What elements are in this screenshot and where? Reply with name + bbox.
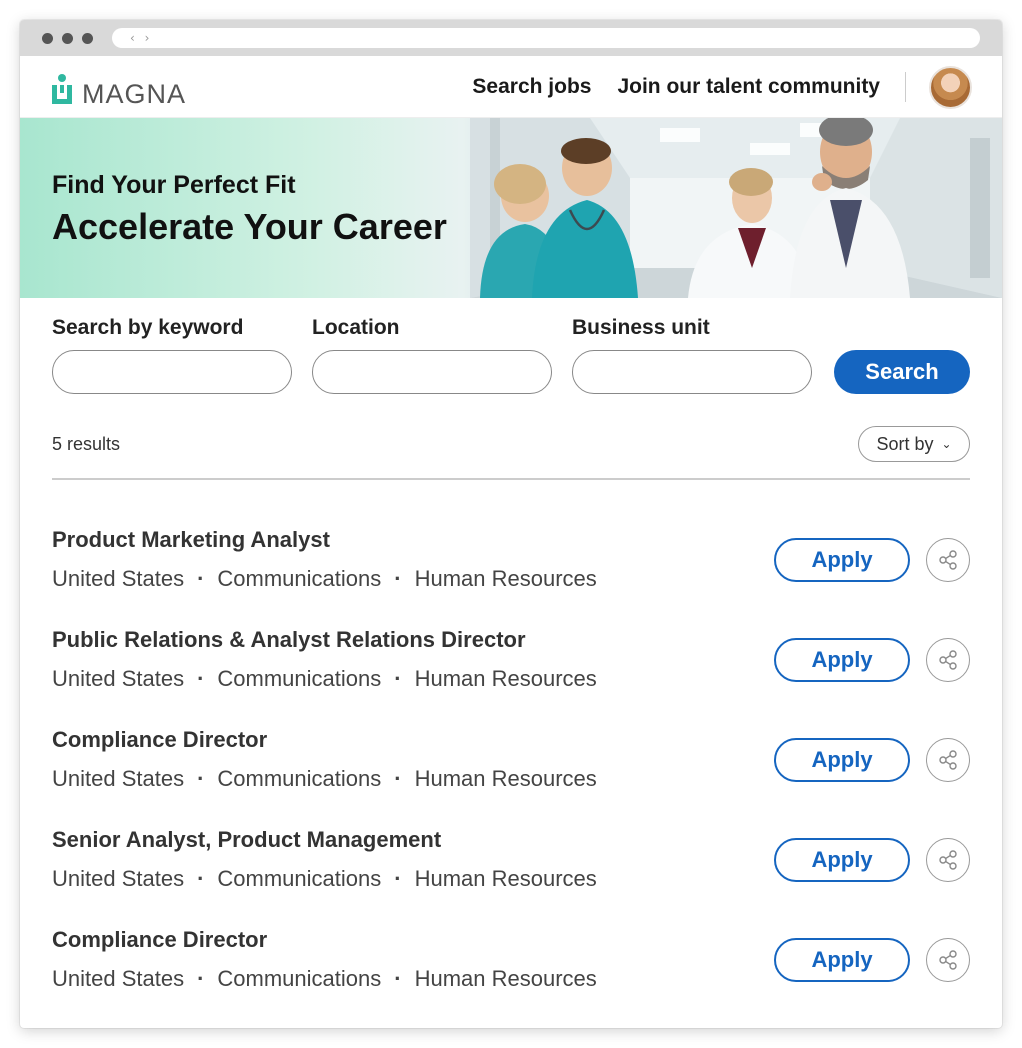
meta-separator: · <box>394 966 402 991</box>
job-department: Human Resources <box>414 866 597 891</box>
business-unit-input[interactable] <box>572 350 812 394</box>
share-button[interactable] <box>926 738 970 782</box>
share-button[interactable] <box>926 538 970 582</box>
list-item: Product Marketing Analyst United States … <box>52 520 970 620</box>
hero-text: Find Your Perfect Fit Accelerate Your Ca… <box>52 171 447 248</box>
header-divider <box>905 72 906 102</box>
share-icon <box>939 950 957 970</box>
logo-text: MAGNA <box>82 79 187 109</box>
apply-button[interactable]: Apply <box>774 838 910 882</box>
list-item: Compliance Director United States · Comm… <box>52 920 970 1020</box>
job-location: United States <box>52 966 185 991</box>
keyword-label: Search by keyword <box>52 316 244 339</box>
sort-label: Sort by <box>876 433 934 454</box>
list-item: Public Relations & Analyst Relations Dir… <box>52 620 970 720</box>
meta-separator: · <box>394 766 402 791</box>
results-divider <box>52 478 970 480</box>
list-item: Senior Analyst, Product Management Unite… <box>52 820 970 920</box>
job-category: Communications <box>217 866 382 891</box>
job-department: Human Resources <box>414 766 597 791</box>
apply-button[interactable]: Apply <box>774 638 910 682</box>
apply-button[interactable]: Apply <box>774 938 910 982</box>
job-title[interactable]: Compliance Director <box>52 927 267 953</box>
location-label: Location <box>312 316 400 339</box>
nav-talent-community[interactable]: Join our talent community <box>617 75 880 99</box>
window-dot-minimize[interactable] <box>62 33 73 44</box>
results-bar: 5 results Sort by ⌄ <box>52 426 970 462</box>
magna-logo[interactable]: MAGNA <box>52 70 186 110</box>
site-header: MAGNA Search jobs Join our talent commun… <box>20 56 1002 118</box>
share-button[interactable] <box>926 838 970 882</box>
share-icon <box>939 650 957 670</box>
window-dot-close[interactable] <box>42 33 53 44</box>
job-location: United States <box>52 666 185 691</box>
job-location: United States <box>52 866 185 891</box>
address-bar[interactable]: ‹ › <box>112 28 980 48</box>
job-list: Product Marketing Analyst United States … <box>52 520 970 1020</box>
job-department: Human Resources <box>414 966 597 991</box>
job-meta: United States · Communications · Human R… <box>52 966 597 992</box>
share-button[interactable] <box>926 638 970 682</box>
meta-separator: · <box>394 666 402 691</box>
location-input[interactable] <box>312 350 552 394</box>
apply-button[interactable]: Apply <box>774 738 910 782</box>
browser-chrome: ‹ › <box>20 20 1002 56</box>
job-meta: United States · Communications · Human R… <box>52 866 597 892</box>
browser-window: ‹ › MAGNA Search jobs Join our talent co… <box>20 20 1002 1028</box>
meta-separator: · <box>197 566 205 591</box>
job-title[interactable]: Product Marketing Analyst <box>52 527 330 553</box>
hero-subtitle: Find Your Perfect Fit <box>52 171 296 199</box>
job-meta: United States · Communications · Human R… <box>52 566 597 592</box>
meta-separator: · <box>197 766 205 791</box>
share-icon <box>939 850 957 870</box>
job-department: Human Resources <box>414 566 597 591</box>
hero-title: Accelerate Your Career <box>52 206 447 247</box>
hero-photo <box>470 118 1002 298</box>
meta-separator: · <box>197 966 205 991</box>
job-title[interactable]: Senior Analyst, Product Management <box>52 827 441 853</box>
window-controls <box>42 33 93 44</box>
meta-separator: · <box>197 866 205 891</box>
meta-separator: · <box>197 666 205 691</box>
meta-separator: · <box>394 866 402 891</box>
job-meta: United States · Communications · Human R… <box>52 766 597 792</box>
sort-dropdown[interactable]: Sort by ⌄ <box>858 426 970 462</box>
magna-person-icon <box>52 74 72 106</box>
nav-arrows-icon[interactable]: ‹ › <box>130 31 152 45</box>
hero-banner: Find Your Perfect Fit Accelerate Your Ca… <box>20 118 1002 298</box>
business-unit-label: Business unit <box>572 316 710 339</box>
job-category: Communications <box>217 966 382 991</box>
chevron-down-icon: ⌄ <box>941 437 952 451</box>
nav-search-jobs[interactable]: Search jobs <box>472 75 591 99</box>
share-button[interactable] <box>926 938 970 982</box>
apply-button[interactable]: Apply <box>774 538 910 582</box>
job-title[interactable]: Public Relations & Analyst Relations Dir… <box>52 627 526 653</box>
results-count: 5 results <box>52 434 121 454</box>
main-nav: Search jobs Join our talent community <box>472 75 880 99</box>
job-category: Communications <box>217 666 382 691</box>
search-button[interactable]: Search <box>834 350 970 394</box>
job-category: Communications <box>217 566 382 591</box>
share-icon <box>939 750 957 770</box>
job-location: United States <box>52 566 185 591</box>
job-meta: United States · Communications · Human R… <box>52 666 597 692</box>
job-title[interactable]: Compliance Director <box>52 727 267 753</box>
window-dot-maximize[interactable] <box>82 33 93 44</box>
keyword-input[interactable] <box>52 350 292 394</box>
job-department: Human Resources <box>414 666 597 691</box>
meta-separator: · <box>394 566 402 591</box>
share-icon <box>939 550 957 570</box>
avatar[interactable] <box>929 66 972 109</box>
list-item: Compliance Director United States · Comm… <box>52 720 970 820</box>
job-category: Communications <box>217 766 382 791</box>
job-location: United States <box>52 766 185 791</box>
